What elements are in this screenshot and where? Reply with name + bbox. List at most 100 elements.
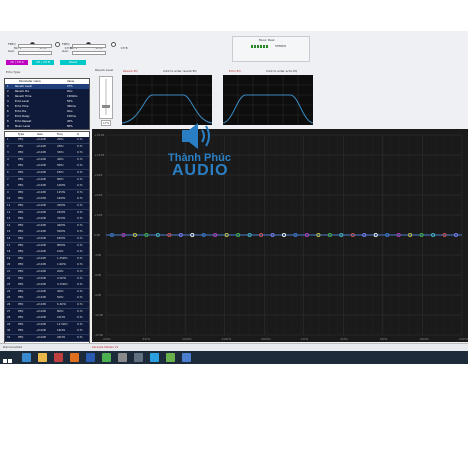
peq-type: PEQ — [18, 204, 24, 207]
mic1-chb-radio[interactable] — [54, 42, 60, 47]
chrome-icon[interactable] — [102, 353, 111, 362]
peq-band-number: 29 — [7, 322, 11, 326]
peq-type: PEQ — [18, 250, 24, 254]
peq-band-number: 7 — [7, 177, 9, 181]
freq-slider-2[interactable] — [72, 44, 106, 48]
word-icon[interactable] — [86, 353, 95, 362]
folder-icon[interactable] — [38, 353, 47, 362]
parameter-name: Music Level — [15, 125, 31, 128]
top-blank — [0, 0, 468, 31]
peq-gain: +0.0dB — [36, 223, 46, 227]
peq-type: PEQ — [18, 217, 24, 221]
peq-gain: +0.0dB — [36, 263, 46, 267]
peq-freq: 50Hz — [57, 164, 64, 168]
echo-eq-svg — [222, 75, 314, 125]
chat-icon[interactable] — [166, 353, 175, 362]
peq-type: PEQ — [18, 322, 24, 326]
peq-band-number: 21 — [7, 270, 11, 273]
peq-gain: +0.0dB — [36, 171, 46, 174]
peq-gain: +0.0dB — [36, 250, 46, 254]
peq-q: 0.71 — [77, 184, 83, 188]
ch-b-button[interactable]: CH / CH B — [32, 60, 54, 65]
stereo-label: STEREO — [275, 44, 287, 48]
echo-eq-title: Echo EQ — [229, 69, 241, 73]
peq-row[interactable]: 31 PEQ +0.0dB 20kHz 0.71 — [5, 335, 89, 342]
freq-slider-1[interactable] — [18, 44, 52, 48]
app-icon[interactable] — [182, 353, 191, 362]
peq-type: PEQ — [18, 237, 24, 240]
media-icon[interactable] — [54, 353, 63, 362]
echo-eq-graph[interactable] — [222, 75, 314, 125]
peq-freq: 2kHz — [57, 270, 64, 273]
peq-q: 0.71 — [77, 336, 83, 339]
peq-q: 0.71 — [77, 138, 83, 141]
shield-icon[interactable] — [134, 353, 143, 362]
ch-a-button[interactable]: Ch / CH A — [6, 60, 28, 65]
peq-type: PEQ — [18, 243, 24, 247]
peq-band-number: 24 — [7, 289, 11, 293]
ie-icon[interactable] — [22, 353, 31, 362]
reverb-eq-graph[interactable] — [121, 75, 213, 125]
peq-freq: 32Hz — [57, 151, 64, 155]
freq-label-2: FREQ — [62, 42, 70, 46]
peq-gain: +0.0dB — [36, 197, 46, 201]
graph-x-label: 20Hz — [103, 337, 111, 341]
peq-q: 0.71 — [77, 151, 83, 155]
peq-q: 0.71 — [77, 204, 83, 207]
firefox-icon[interactable] — [70, 353, 79, 362]
graph-x-label: 500Hz — [261, 337, 271, 341]
peq-band-number: 14 — [7, 223, 11, 227]
peq-band-number: 20 — [7, 263, 11, 267]
peq-q: 0.71 — [77, 250, 83, 254]
peq-type: PEQ — [18, 230, 24, 234]
reverb-slider-thumb[interactable] — [102, 105, 110, 108]
tool-icon[interactable] — [118, 353, 127, 362]
peq-type: PEQ — [18, 223, 24, 227]
reset-button[interactable]: Reset — [60, 60, 86, 65]
mic2-chb-radio[interactable] — [110, 42, 116, 47]
peq-band-number: 19 — [7, 256, 11, 260]
skype-icon[interactable] — [150, 353, 159, 362]
peq-freq: 315Hz — [57, 217, 66, 221]
reverb-eq-hint: Click to enter reverb EQ — [163, 69, 197, 73]
parameter-row[interactable]: 9 Music Level 80% — [5, 124, 89, 129]
music-peak-label: Music Peak — [259, 38, 275, 42]
reverb-level-label: Reverb Level — [95, 68, 114, 72]
peq-q: 0.71 — [77, 190, 83, 194]
gain-slider-2[interactable] — [72, 51, 106, 55]
peq-q: 0.71 — [77, 230, 83, 234]
reverb-level-slider[interactable] — [99, 76, 113, 119]
speaker-logo-icon — [180, 121, 216, 151]
reverb-eq-title: Reverb EQ — [123, 69, 138, 73]
graph-x-label: 20kHz — [459, 337, 468, 341]
peq-freq: 16kHz — [57, 329, 66, 333]
windows-logo-icon[interactable] — [3, 353, 12, 368]
peq-freq: 20Hz — [57, 138, 64, 141]
main-eq-graph[interactable]: +15dB +12dB +9dB +6dB +3dB 0dB -3dB -6dB -9dB -12… — [92, 129, 468, 342]
peq-q: 0.71 — [77, 316, 83, 320]
peq-q: 0.71 — [77, 322, 83, 326]
peq-freq: 400Hz — [57, 223, 66, 227]
freq-label-1: FREQ — [8, 42, 16, 46]
graph-y-label: -6dB — [94, 273, 101, 277]
peq-type: PEQ — [18, 270, 24, 273]
peq-q: 0.71 — [77, 223, 83, 227]
peq-type: PEQ — [18, 276, 24, 280]
peq-band-number: 28 — [7, 316, 11, 320]
parameter-index: 9 — [7, 125, 9, 128]
peq-type: PEQ — [18, 190, 24, 194]
peq-band-number: 31 — [7, 336, 11, 339]
gain-slider-1[interactable] — [18, 51, 52, 55]
peq-band-number: 26 — [7, 303, 11, 306]
peq-type: PEQ — [18, 336, 24, 339]
graph-y-label: +9dB — [94, 173, 102, 177]
peq-freq: 6.3kHz — [57, 303, 66, 306]
graph-x-label: 2kHz — [340, 337, 348, 341]
peq-band-number: 12 — [7, 210, 11, 214]
graph-y-label: +12dB — [94, 153, 104, 157]
graph-x-label: 1kHz — [301, 337, 309, 341]
peq-q: 0.71 — [77, 309, 83, 313]
peq-band-number: 3 — [7, 151, 9, 155]
graph-x-label: 200Hz — [222, 337, 232, 341]
peq-freq: 800Hz — [57, 243, 66, 247]
